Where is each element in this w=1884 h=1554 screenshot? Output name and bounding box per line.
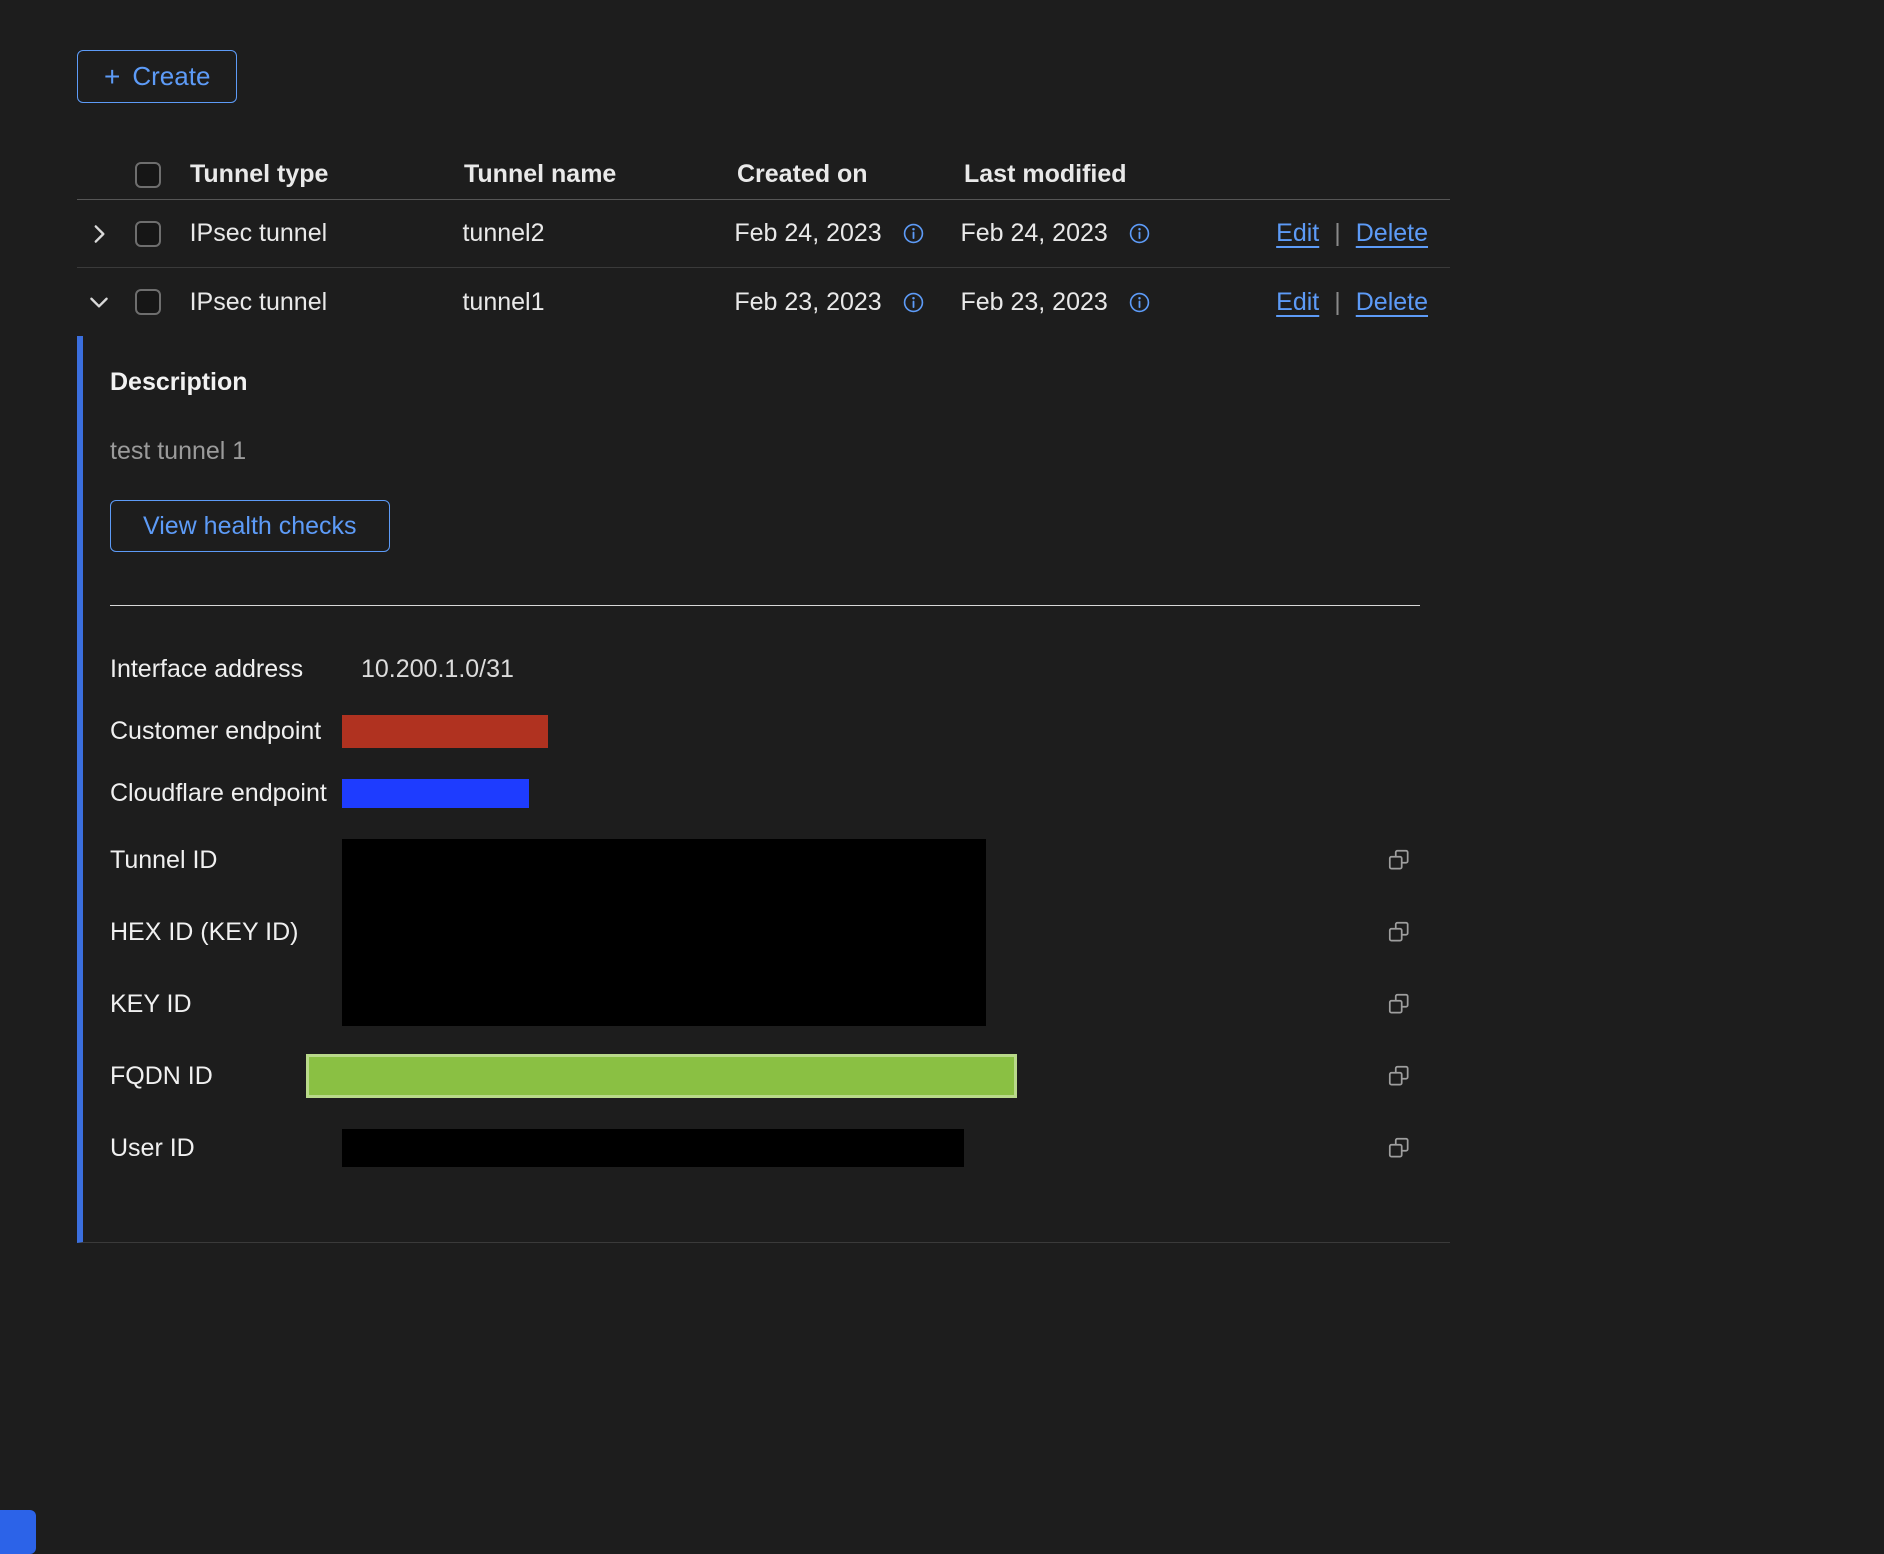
table-header-row: Tunnel type Tunnel name Created on Last … — [77, 150, 1450, 200]
fqdn-id-row: FQDN ID — [110, 1040, 1420, 1112]
customer-endpoint-row: Customer endpoint — [110, 700, 1420, 762]
interface-address-value: 10.200.1.0/31 — [361, 655, 514, 684]
last-modified-value: Feb 23, 2023 — [960, 288, 1107, 317]
cloudflare-endpoint-row: Cloudflare endpoint — [110, 762, 1420, 824]
plus-icon: + — [104, 63, 120, 91]
actions-separator: | — [1334, 219, 1341, 248]
tunnel-type-cell: IPsec tunnel — [190, 219, 463, 248]
header-tunnel-type: Tunnel type — [190, 160, 464, 189]
table-row-tunnel2: IPsec tunnel tunnel2 Feb 24, 2023 Feb 24… — [77, 200, 1450, 268]
detail-divider — [110, 605, 1420, 606]
info-icon[interactable] — [1128, 291, 1151, 314]
edit-link[interactable]: Edit — [1276, 288, 1319, 317]
cloudflare-endpoint-label: Cloudflare endpoint — [110, 779, 342, 808]
bottom-left-blue-artifact — [0, 1510, 36, 1554]
create-button[interactable]: + Create — [77, 50, 237, 103]
expand-chevron-right-icon[interactable] — [86, 221, 112, 247]
tunnel-name-cell: tunnel2 — [462, 219, 734, 248]
user-id-row: User ID — [110, 1112, 1420, 1184]
view-health-checks-button[interactable]: View health checks — [110, 500, 390, 552]
header-created-on: Created on — [737, 160, 964, 189]
description-label: Description — [110, 368, 1420, 397]
create-button-label: Create — [132, 61, 210, 92]
copy-fqdn-id-icon[interactable] — [1386, 1063, 1412, 1089]
description-value: test tunnel 1 — [110, 437, 1420, 466]
actions-separator: | — [1334, 288, 1341, 317]
cloudflare-endpoint-value-redacted — [342, 779, 529, 808]
interface-address-label: Interface address — [110, 655, 342, 684]
key-id-label: KEY ID — [110, 990, 342, 1019]
id-values-redacted — [342, 839, 986, 1026]
tunnel-name-cell: tunnel1 — [462, 288, 734, 317]
tunnels-page: + Create Tunnel type Tunnel name Created… — [0, 0, 1884, 1243]
id-fields-group: Tunnel ID HEX ID (KEY ID) KEY ID — [110, 824, 1420, 1040]
user-id-value-redacted — [342, 1129, 964, 1167]
interface-address-row: Interface address 10.200.1.0/31 — [110, 638, 1420, 700]
row-checkbox[interactable] — [135, 221, 161, 247]
copy-hex-id-icon[interactable] — [1386, 919, 1412, 945]
edit-link[interactable]: Edit — [1276, 219, 1319, 248]
hex-id-label: HEX ID (KEY ID) — [110, 918, 342, 947]
info-icon[interactable] — [1128, 222, 1151, 245]
customer-endpoint-label: Customer endpoint — [110, 717, 342, 746]
tunnel-id-label: Tunnel ID — [110, 846, 342, 875]
user-id-label: User ID — [110, 1134, 342, 1163]
info-icon[interactable] — [902, 291, 925, 314]
customer-endpoint-value-redacted — [342, 715, 548, 748]
collapse-chevron-down-icon[interactable] — [86, 289, 112, 315]
detail-fields: Interface address 10.200.1.0/31 Customer… — [110, 638, 1420, 1184]
delete-link[interactable]: Delete — [1356, 288, 1428, 317]
delete-link[interactable]: Delete — [1356, 219, 1428, 248]
select-all-checkbox[interactable] — [135, 162, 161, 188]
tunnel1-expanded-detail: Description test tunnel 1 View health ch… — [77, 336, 1450, 1243]
last-modified-value: Feb 24, 2023 — [960, 219, 1107, 248]
header-last-modified: Last modified — [964, 160, 1281, 189]
table-row-tunnel1: IPsec tunnel tunnel1 Feb 23, 2023 Feb 23… — [77, 268, 1450, 336]
copy-tunnel-id-icon[interactable] — [1386, 847, 1412, 873]
copy-key-id-icon[interactable] — [1386, 991, 1412, 1017]
fqdn-id-value-redacted — [306, 1054, 1017, 1098]
tunnels-table: Tunnel type Tunnel name Created on Last … — [77, 150, 1450, 336]
created-on-value: Feb 23, 2023 — [734, 288, 881, 317]
header-check-cell — [135, 162, 190, 188]
info-icon[interactable] — [902, 222, 925, 245]
row-checkbox[interactable] — [135, 289, 161, 315]
created-on-value: Feb 24, 2023 — [734, 219, 881, 248]
tunnel-type-cell: IPsec tunnel — [190, 288, 463, 317]
header-tunnel-name: Tunnel name — [464, 160, 737, 189]
copy-user-id-icon[interactable] — [1386, 1135, 1412, 1161]
